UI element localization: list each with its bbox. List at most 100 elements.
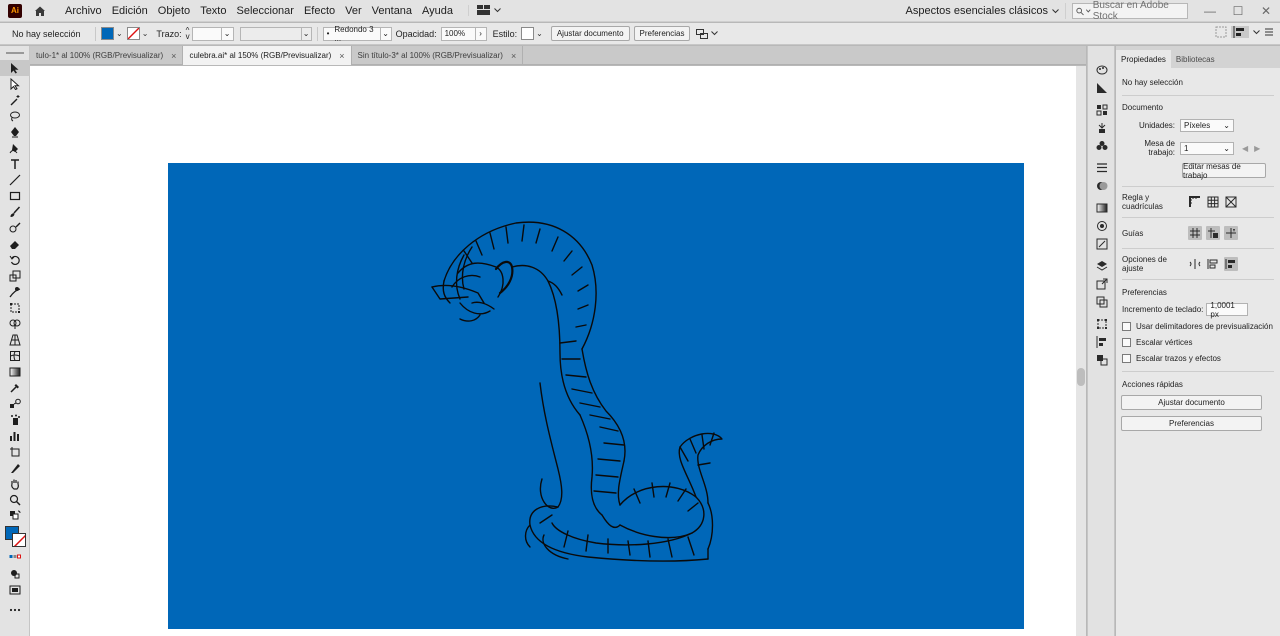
selection-tool-icon[interactable]	[0, 60, 30, 76]
panel-menu-icon[interactable]	[1264, 27, 1274, 37]
maximize-button[interactable]: ☐	[1224, 0, 1252, 22]
isolate-icon[interactable]	[1215, 26, 1227, 38]
edit-toolbar-icon[interactable]	[0, 602, 30, 618]
color-mode-icon[interactable]	[0, 550, 30, 566]
symbols-icon[interactable]	[1088, 138, 1116, 154]
preview-bounds-checkbox[interactable]	[1122, 322, 1131, 331]
preferences-button[interactable]: Preferencias	[633, 26, 691, 41]
menu-texto[interactable]: Texto	[195, 5, 231, 17]
tab-document-3[interactable]: Sin título-3* al 100% (RGB/Previsualizar…	[352, 46, 524, 65]
graphic-styles-icon[interactable]	[1088, 236, 1116, 252]
transform-icon[interactable]	[1088, 316, 1116, 332]
grid-icon[interactable]	[1206, 195, 1220, 209]
blob-brush-tool-icon[interactable]	[0, 220, 30, 236]
graphic-style-swatch[interactable]	[521, 27, 535, 40]
profile-dropdown[interactable]: ⌄	[301, 26, 312, 41]
snap-to-glyph-icon[interactable]	[1224, 257, 1238, 271]
guides-lock-icon[interactable]	[1206, 226, 1220, 240]
edit-artboards-button[interactable]: Editar mesas de trabajo	[1182, 162, 1266, 180]
shape-builder-tool-icon[interactable]	[0, 316, 30, 332]
minimize-button[interactable]: —	[1196, 0, 1224, 22]
gradient-tool-icon[interactable]	[0, 364, 30, 380]
drawing-mode-icon[interactable]	[0, 566, 30, 582]
toolbar-grip[interactable]	[0, 46, 29, 60]
tab-culebra[interactable]: culebra.ai* al 150% (RGB/Previsualizar) …	[183, 46, 352, 65]
fill-color-swatch[interactable]	[101, 27, 114, 40]
variable-width-profile[interactable]	[239, 26, 302, 41]
stroke-weight-stepper[interactable]: ^ v	[186, 26, 190, 40]
scale-tool-icon[interactable]	[0, 268, 30, 284]
scrollbar-thumb[interactable]	[1077, 368, 1085, 386]
slice-tool-icon[interactable]	[0, 460, 30, 476]
artboard-tool-icon[interactable]	[0, 444, 30, 460]
layers-icon[interactable]	[1088, 258, 1116, 274]
tab-document-1[interactable]: tulo-1* al 100% (RGB/Previsualizar) ×	[30, 46, 184, 65]
stroke-color-swatch[interactable]	[126, 27, 140, 40]
opacity-input[interactable]: 100%	[440, 26, 476, 41]
scale-corners-checkbox[interactable]	[1122, 338, 1131, 347]
snap-to-point-icon[interactable]	[1188, 257, 1202, 271]
free-transform-tool-icon[interactable]	[0, 300, 30, 316]
menu-objeto[interactable]: Objeto	[153, 5, 195, 17]
opacity-dropdown[interactable]: ›	[475, 26, 487, 41]
close-window-button[interactable]: ✕	[1252, 0, 1280, 22]
transparency-grid-icon[interactable]	[1224, 195, 1238, 209]
units-select[interactable]: Píxeles ⌄	[1180, 119, 1234, 132]
chevron-down-icon[interactable]: ⌄	[142, 29, 149, 38]
quick-document-setup-button[interactable]: Ajustar documento	[1121, 395, 1262, 410]
mesh-tool-icon[interactable]	[0, 348, 30, 364]
gradient-panel-icon[interactable]	[1088, 200, 1116, 216]
menu-edicion[interactable]: Edición	[107, 5, 153, 17]
brush-dropdown[interactable]: ⌄	[380, 26, 392, 41]
artboard-select[interactable]: 1 ⌄	[1180, 141, 1234, 155]
warp-tool-icon[interactable]	[0, 284, 30, 300]
export-icon[interactable]	[1088, 276, 1116, 292]
canvas-area[interactable]	[30, 66, 1086, 636]
align-toggle[interactable]	[1231, 26, 1249, 38]
stroke-weight-dropdown[interactable]: ⌄	[221, 26, 234, 41]
vertical-scrollbar[interactable]	[1076, 66, 1086, 636]
close-icon[interactable]: ×	[511, 51, 516, 61]
menu-ver[interactable]: Ver	[340, 5, 367, 17]
next-artboard-icon[interactable]: ▶	[1254, 144, 1260, 153]
direct-selection-tool-icon[interactable]	[0, 76, 30, 92]
close-icon[interactable]: ×	[171, 51, 176, 61]
chevron-down-icon[interactable]: ⌄	[116, 29, 123, 38]
previous-artboard-icon[interactable]: ◀	[1242, 144, 1248, 153]
pathfinder-icon[interactable]	[1088, 352, 1116, 368]
curvature-tool-icon[interactable]	[0, 140, 30, 156]
tab-properties[interactable]: Propiedades	[1116, 50, 1171, 68]
menu-archivo[interactable]: Archivo	[60, 5, 107, 17]
magic-wand-tool-icon[interactable]	[0, 92, 30, 108]
screen-mode-icon[interactable]	[0, 582, 30, 598]
document-setup-button[interactable]: Ajustar documento	[550, 26, 630, 41]
chevron-down-icon[interactable]	[1253, 29, 1260, 35]
guides-show-icon[interactable]	[1188, 226, 1202, 240]
arrange-button[interactable]	[696, 28, 719, 39]
stroke-color-indicator[interactable]	[12, 533, 26, 547]
arrange-documents-button[interactable]	[468, 5, 501, 16]
rotate-tool-icon[interactable]	[0, 252, 30, 268]
menu-efecto[interactable]: Efecto	[299, 5, 340, 17]
transparency-icon[interactable]	[1088, 178, 1116, 194]
artboard[interactable]	[168, 163, 1024, 629]
eraser-tool-icon[interactable]	[0, 236, 30, 252]
stock-search-input[interactable]: Buscar en Adobe Stock	[1072, 0, 1188, 22]
stroke-panel-icon[interactable]	[1088, 160, 1116, 176]
line-tool-icon[interactable]	[0, 172, 30, 188]
pen-tool-icon[interactable]	[0, 124, 30, 140]
align-panel-icon[interactable]	[1088, 334, 1116, 350]
rulers-icon[interactable]	[1188, 195, 1202, 209]
close-icon[interactable]: ×	[339, 51, 344, 61]
rectangle-tool-icon[interactable]	[0, 188, 30, 204]
artboards-panel-icon[interactable]	[1088, 294, 1116, 310]
hand-tool-icon[interactable]	[0, 476, 30, 492]
swatches-icon[interactable]	[1088, 102, 1116, 118]
home-icon[interactable]	[32, 3, 48, 19]
workspace-switcher[interactable]: Aspectos esenciales clásicos	[900, 3, 1066, 19]
type-tool-icon[interactable]	[0, 156, 30, 172]
lasso-tool-icon[interactable]	[0, 108, 30, 124]
perspective-grid-tool-icon[interactable]	[0, 332, 30, 348]
default-colors-icon[interactable]	[0, 508, 30, 524]
menu-ventana[interactable]: Ventana	[367, 5, 417, 17]
